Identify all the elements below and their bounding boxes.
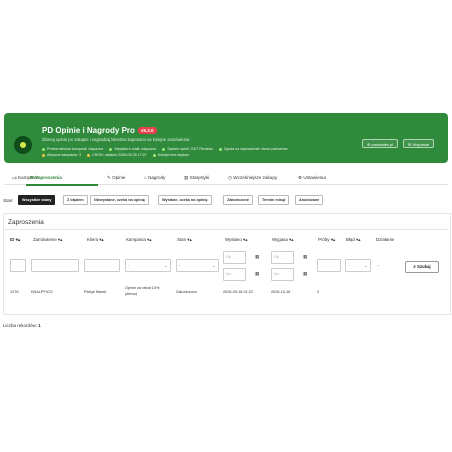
row-expires: 2026-10-16 (271, 290, 291, 294)
status-item: System opinii: OJIT Reviews (162, 147, 213, 151)
row-attempts: 0 (317, 290, 320, 294)
error-select-value: - (348, 263, 350, 267)
col-campaign[interactable]: Kampania ▾▴ (126, 237, 151, 243)
id-filter-input[interactable] (10, 259, 26, 272)
row-id: 1276 (10, 290, 19, 294)
panel-divider (4, 229, 448, 230)
status-item: Aktywne kampanie: 3 (42, 153, 81, 157)
col-sent[interactable]: Wysłano ▾▴ (225, 237, 247, 243)
module-description: Zbieraj opinie po zakupie i nagradzaj kl… (42, 137, 191, 142)
status-item: Zgoda na zaproszenie: ekran partnerów (218, 147, 287, 151)
row-campaign: Opinie za rabat 10% (125, 286, 160, 290)
filter-sent-waiting[interactable]: Wysłane, czeka na opinię (158, 195, 212, 205)
calendar-icon[interactable]: ▦ (255, 271, 259, 277)
calendar-icon[interactable]: ▦ (303, 254, 307, 260)
tab-opinie[interactable]: ✎ Opinie (107, 175, 125, 181)
attempts-filter-input[interactable] (317, 259, 341, 272)
filter-completed[interactable]: Zakończone (223, 195, 253, 205)
status-item: Kolejka bez błędów (152, 153, 189, 157)
filter-with-error[interactable]: Z błędem (63, 195, 88, 205)
row-state: Zakończono (176, 290, 197, 294)
row-campaign-note: (demo) (125, 292, 138, 296)
col-error[interactable]: Błąd ▾▴ (346, 237, 360, 243)
bar-chart-icon: ▥ (184, 175, 189, 180)
search-button[interactable]: ⌕ Szukaj (405, 261, 439, 273)
campaign-select-value: - (128, 263, 130, 267)
col-id[interactable]: ID ▾▴ (10, 237, 20, 243)
state-select-value: - (179, 263, 181, 267)
tab-ustawienia[interactable]: ⚙ Ustawienia (298, 175, 326, 181)
search-icon: ⌕ (413, 264, 416, 269)
col-client[interactable]: Klient ▾▴ (87, 237, 104, 243)
row-sent: 2026-09-18 01:22 (223, 290, 253, 294)
support-button[interactable]: ✉ Wsparcie (403, 139, 435, 148)
record-count: Liczba rekordów: 1 (3, 323, 41, 328)
col-state[interactable]: Stan ▾▴ (177, 237, 192, 243)
calendar-icon[interactable]: ▦ (303, 271, 307, 277)
panel-title: Zaproszenia (8, 219, 44, 226)
gift-icon: ⌂ (144, 175, 147, 180)
version-badge: v5.3.0 (138, 127, 157, 134)
module-logo-mark (20, 142, 26, 148)
sent-to-placeholder: Do (226, 272, 231, 276)
col-order[interactable]: Zamówienie ▾▴ (33, 237, 62, 243)
status-item: CRON: ostatnio 2026-09-26 17:07 (87, 153, 147, 157)
status-item: Wysyłka e-maili: włączona (109, 147, 156, 151)
calendar-icon[interactable]: ▦ (255, 254, 259, 260)
action-placeholder: -- (377, 263, 380, 267)
clock-icon: ◷ (228, 175, 233, 180)
docs-button[interactable]: ⊕ prestadev.pl (362, 139, 398, 148)
client-filter-input[interactable] (84, 259, 120, 272)
expires-to-placeholder: Do (274, 272, 279, 276)
tab-zaproszenia[interactable]: ✉ Zaproszenia (30, 175, 62, 181)
row-client: Patryk Marek (84, 290, 107, 294)
col-action: Działanie (376, 237, 395, 242)
filter-all-states[interactable]: Wszystkie stany (18, 195, 56, 205)
order-filter-input[interactable] (31, 259, 79, 272)
tab-statystyki[interactable]: ▥ Statystyki (184, 175, 209, 181)
envelope-icon: ✉ (408, 142, 412, 147)
row-order[interactable]: KNALPFICO (31, 290, 53, 294)
state-filter-label: Stan: (3, 198, 14, 203)
col-attempts[interactable]: Próby ▾▴ (318, 237, 335, 243)
module-title: PD Opinie i Nagrody Pro (42, 126, 135, 135)
tab-wczesniejsze-zakupy[interactable]: ◷ Wcześniejsze zakupy (228, 175, 277, 181)
chevron-down-icon: ⌄ (164, 263, 168, 268)
filter-expired[interactable]: Termin minął (258, 195, 290, 205)
status-item: Przeterminowe kampanii: włączone (42, 147, 103, 151)
filter-not-sent[interactable]: Niewysłane, czeka na opinię (90, 195, 149, 205)
col-expires[interactable]: Wygasa ▾▴ (272, 237, 293, 243)
filter-cancelled[interactable]: Anulowane (295, 195, 324, 205)
chat-icon: ✎ (107, 175, 111, 180)
active-tab-indicator (26, 184, 98, 186)
expires-from-placeholder: Od (274, 255, 279, 259)
chevron-down-icon: ⌄ (364, 263, 368, 268)
chevron-down-icon: ⌄ (212, 263, 216, 268)
cogs-icon: ⚙ (298, 175, 303, 180)
sent-from-placeholder: Od (226, 255, 231, 259)
thumbs-up-icon: 👍︎ (12, 175, 17, 180)
envelope-icon: ✉ (30, 175, 34, 180)
tab-nagrody[interactable]: ⌂ Nagrody (144, 175, 165, 180)
status-list: Przeterminowe kampanii: włączone Wysyłka… (42, 146, 312, 158)
globe-icon: ⊕ (367, 142, 371, 147)
